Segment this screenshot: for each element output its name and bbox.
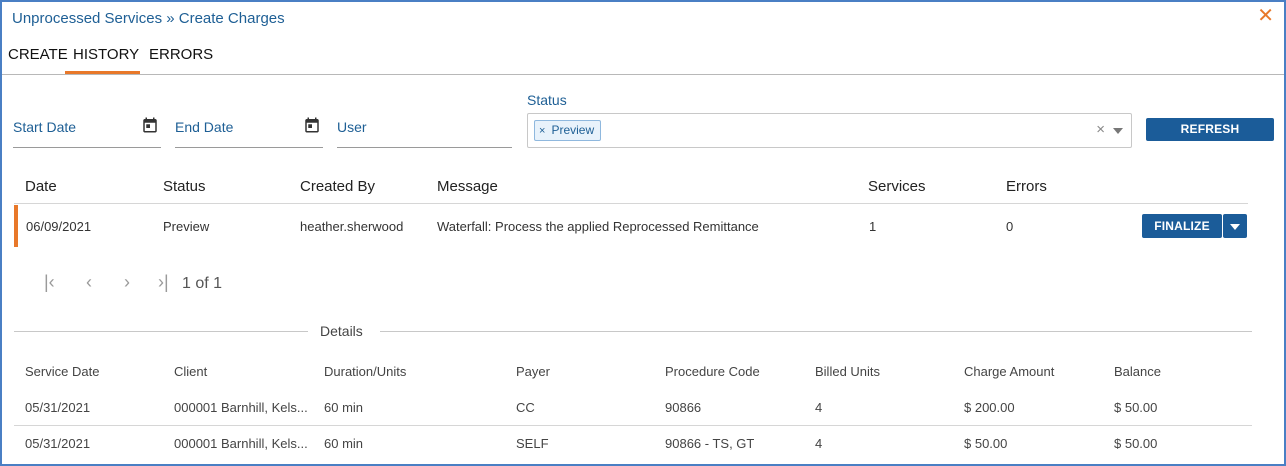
header-created-by: Created By bbox=[300, 178, 376, 195]
cell-created-by: heather.sherwood bbox=[300, 219, 404, 234]
header-services: Services bbox=[868, 178, 926, 195]
header-status: Status bbox=[163, 178, 206, 195]
calendar-icon[interactable] bbox=[141, 116, 159, 134]
chevron-down-icon[interactable] bbox=[1223, 214, 1247, 238]
cell-service-date: 05/31/2021 bbox=[25, 436, 91, 451]
header-payer: Payer bbox=[516, 364, 550, 379]
chip-remove-icon[interactable]: × bbox=[539, 125, 545, 137]
header-duration-units: Duration/Units bbox=[324, 364, 407, 379]
cell-balance: $ 50.00 bbox=[1114, 400, 1158, 415]
cell-procedure-code: 90866 - TS, GT bbox=[665, 436, 755, 451]
header-client: Client bbox=[174, 364, 208, 379]
header-date: Date bbox=[25, 178, 57, 195]
cell-errors: 0 bbox=[1006, 219, 1014, 234]
cell-client: 000001 Barnhill, Kels... bbox=[174, 436, 308, 451]
header-procedure-code: Procedure Code bbox=[665, 364, 760, 379]
cell-payer: CC bbox=[516, 400, 535, 415]
cell-status: Preview bbox=[163, 219, 210, 234]
calendar-icon[interactable] bbox=[303, 116, 321, 134]
finalize-split-button: FINALIZE bbox=[1142, 214, 1247, 238]
table-row[interactable]: 05/31/2021 000001 Barnhill, Kels... 60 m… bbox=[14, 426, 1252, 462]
tab-history[interactable]: HISTORY bbox=[73, 46, 139, 63]
start-date-label: Start Date bbox=[13, 119, 77, 135]
details-label: Details bbox=[320, 323, 363, 339]
end-date-label: End Date bbox=[175, 119, 234, 135]
header-errors: Errors bbox=[1006, 178, 1047, 195]
cell-charge-amount: $ 200.00 bbox=[964, 400, 1015, 415]
user-field[interactable]: User bbox=[337, 110, 512, 148]
status-label: Status bbox=[527, 92, 567, 108]
cell-message: Waterfall: Process the applied Reprocess… bbox=[437, 219, 759, 234]
clear-icon[interactable]: × bbox=[1096, 121, 1105, 138]
cell-charge-amount: $ 50.00 bbox=[964, 436, 1008, 451]
prev-page-icon[interactable]: ‹ bbox=[86, 272, 92, 293]
table-row[interactable]: 05/31/2021 000001 Barnhill, Kels... 60 m… bbox=[14, 390, 1252, 426]
details-divider-left bbox=[14, 331, 308, 332]
history-table-header: Date Status Created By Message Services … bbox=[14, 168, 1248, 204]
last-page-icon[interactable]: ›| bbox=[158, 272, 169, 293]
header-billed-units: Billed Units bbox=[815, 364, 881, 379]
cell-billed-units: 4 bbox=[815, 400, 823, 415]
finalize-button[interactable]: FINALIZE bbox=[1142, 214, 1222, 238]
cell-billed-units: 4 bbox=[815, 436, 823, 451]
end-date-field[interactable]: End Date bbox=[175, 110, 323, 148]
status-chip-label: Preview bbox=[551, 123, 595, 137]
status-chip: × Preview bbox=[534, 120, 602, 141]
first-page-icon[interactable]: |‹ bbox=[44, 272, 55, 293]
cell-payer: SELF bbox=[516, 436, 549, 451]
header-message: Message bbox=[437, 178, 498, 195]
header-service-date: Service Date bbox=[25, 364, 100, 379]
page-indicator: 1 of 1 bbox=[182, 275, 223, 292]
tab-create[interactable]: CREATE bbox=[8, 46, 68, 63]
cell-duration-units: 60 min bbox=[324, 436, 364, 451]
start-date-field[interactable]: Start Date bbox=[13, 110, 161, 148]
dialog-title: Unprocessed Services » Create Charges bbox=[12, 10, 285, 27]
refresh-button[interactable]: REFRESH bbox=[1146, 118, 1274, 141]
cell-client: 000001 Barnhill, Kels... bbox=[174, 400, 308, 415]
status-multiselect[interactable]: × Preview × bbox=[527, 113, 1132, 148]
cell-services: 1 bbox=[869, 219, 877, 234]
cell-duration-units: 60 min bbox=[324, 400, 364, 415]
next-page-icon[interactable]: › bbox=[124, 272, 130, 293]
header-charge-amount: Charge Amount bbox=[964, 364, 1055, 379]
user-label: User bbox=[337, 119, 367, 135]
details-divider-right bbox=[380, 331, 1252, 332]
tab-bar: CREATE HISTORY ERRORS bbox=[2, 38, 1284, 76]
cell-service-date: 05/31/2021 bbox=[25, 400, 91, 415]
table-row[interactable]: 06/09/2021 Preview heather.sherwood Wate… bbox=[14, 205, 1248, 247]
cell-date: 06/09/2021 bbox=[26, 219, 92, 234]
tabs-divider bbox=[2, 74, 1284, 75]
header-balance: Balance bbox=[1114, 364, 1161, 379]
cell-procedure-code: 90866 bbox=[665, 400, 702, 415]
close-icon[interactable]: ✕ bbox=[1257, 6, 1274, 26]
dialog-window: Unprocessed Services » Create Charges ✕ … bbox=[0, 0, 1286, 466]
cell-balance: $ 50.00 bbox=[1114, 436, 1158, 451]
chevron-down-icon[interactable] bbox=[1113, 128, 1123, 134]
tab-errors[interactable]: ERRORS bbox=[149, 46, 213, 63]
